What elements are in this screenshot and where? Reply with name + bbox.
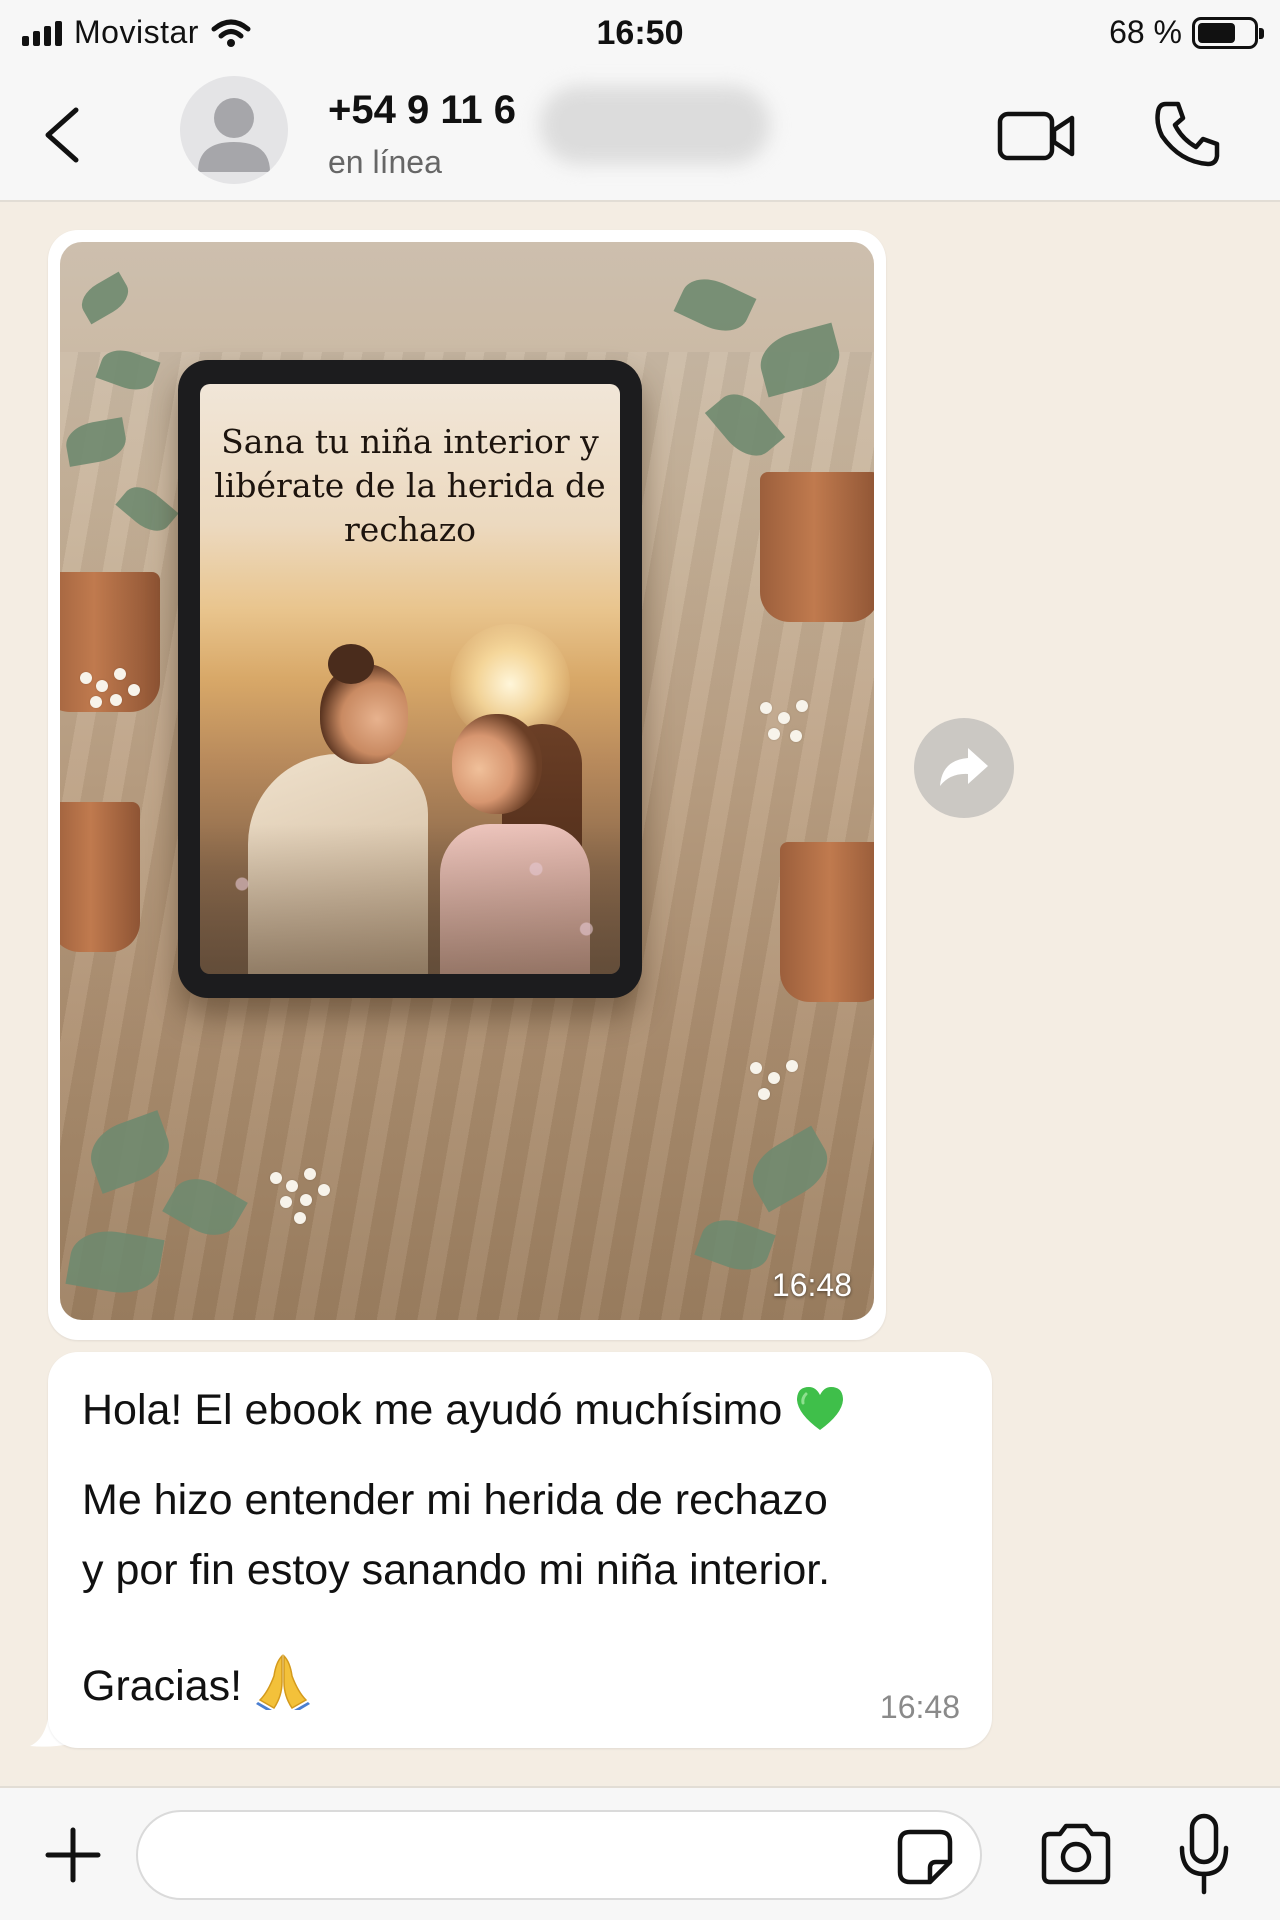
status-bar: Movistar 16:50 68 % [0,0,1280,68]
leaf [673,269,757,341]
message-line-text: Hola! El ebook me ayudó muchísimo [82,1386,783,1434]
text-message-time: 16:48 [879,1689,960,1725]
battery-level [1198,22,1235,43]
battery-percent: 68 % [1109,14,1182,50]
forward-icon [940,748,988,786]
video-call-button[interactable] [996,104,1076,168]
microphone-button[interactable] [1178,1812,1230,1898]
tablet-screen: Sana tu niña interior y libérate de la h… [200,384,620,974]
image-message-bubble[interactable]: Sana tu niña interior y libérate de la h… [48,230,886,1340]
plant-pot [60,572,160,712]
back-icon [45,107,79,163]
chat-header: +54 9 11 6 en línea [0,68,1280,202]
leaf [75,271,135,325]
status-right: 68 % [1109,14,1264,51]
plus-icon [45,1827,101,1883]
sticker-button[interactable] [896,1828,954,1886]
plant-pot [780,842,874,1002]
message-line: Me hizo entender mi herida de rechazo [82,1476,828,1524]
message-input[interactable] [136,1810,982,1900]
contact-name[interactable]: +54 9 11 6 [328,88,516,133]
back-button[interactable] [34,100,94,170]
message-line-text: Gracias! [82,1662,243,1710]
chat-area[interactable]: Sana tu niña interior y libérate de la h… [0,204,1280,1786]
input-bar [0,1786,1280,1920]
status-time: 16:50 [596,14,684,52]
plant-pot [60,802,140,952]
forward-button[interactable] [914,718,1014,818]
tablet-device: Sana tu niña interior y libérate de la h… [178,360,642,998]
ebook-title: Sana tu niña interior y libérate de la h… [214,422,606,549]
battery-icon [1192,16,1264,49]
video-call-icon [997,111,1075,161]
avatar-placeholder-icon [198,98,270,172]
microphone-icon [1179,1813,1229,1895]
camera-button[interactable] [1038,1822,1114,1888]
contact-status: en línea [328,144,442,180]
message-line: y por fin estoy sanando mi niña interior… [82,1546,831,1594]
message-line: Gracias! [82,1652,312,1716]
ebook-cover-image[interactable]: Sana tu niña interior y libérate de la h… [60,242,874,1320]
folded-hands-icon [256,1654,311,1710]
redaction-blur [540,86,770,164]
image-message-time: 16:48 [771,1267,852,1303]
message-line: Hola! El ebook me ayudó muchísimo [82,1380,846,1440]
avatar[interactable] [180,76,288,184]
camera-icon [1041,1823,1111,1885]
green-heart-icon [797,1387,844,1430]
flower-meadow [200,824,620,974]
attach-button[interactable] [40,1822,106,1888]
text-message-bubble[interactable]: Hola! El ebook me ayudó muchísimo Me hiz… [48,1352,992,1748]
phone-icon [1155,101,1220,167]
sticker-icon [897,1829,953,1885]
plant-pot [760,472,874,622]
voice-call-button[interactable] [1150,96,1226,172]
